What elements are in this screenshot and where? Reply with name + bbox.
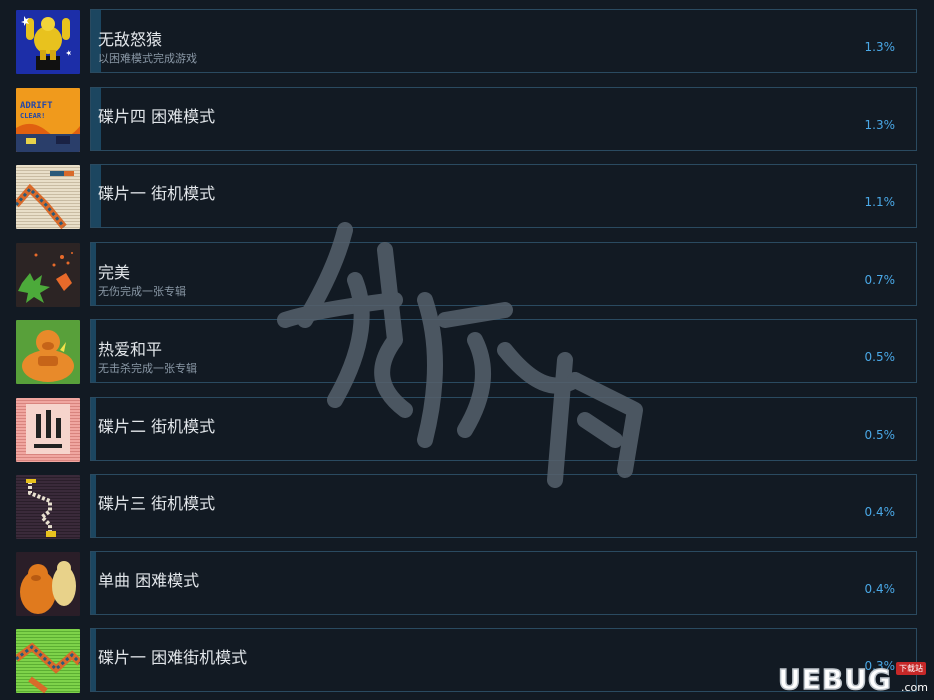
pixel-face-icon	[16, 398, 80, 462]
progress-bar	[91, 552, 96, 614]
achievement-description: 无击杀完成一张专辑	[98, 362, 197, 375]
achievement-card: 无敌怒猿 以困难模式完成游戏 1.3%	[90, 9, 917, 73]
achievement-title: 完美	[98, 263, 131, 282]
progress-bar	[91, 629, 96, 691]
site-logo: UEBUG 下载站 .com	[777, 662, 928, 697]
gorilla-duo-icon	[16, 552, 80, 616]
achievement-card: 碟片一 街机模式 1.1%	[90, 164, 917, 228]
unlock-percent: 0.7%	[864, 273, 896, 287]
progress-bar	[91, 398, 96, 460]
achievement-card: 单曲 困难模式 0.4%	[90, 551, 917, 615]
achievement-title: 碟片二 街机模式	[98, 417, 216, 436]
achievement-card: 热爱和平 无击杀完成一张专辑 0.5%	[90, 319, 917, 383]
progress-bar	[91, 243, 96, 305]
pixel-track-icon	[16, 165, 80, 229]
pixel-green-track-icon	[16, 629, 80, 693]
achievement-description: 无伤完成一张专辑	[98, 285, 186, 298]
golden-gorilla-statue-icon	[16, 10, 80, 74]
unlock-percent: 1.1%	[864, 195, 896, 209]
unlock-percent: 1.3%	[864, 40, 896, 54]
unlock-percent: 0.4%	[864, 582, 896, 596]
pixel-zigzag-icon	[16, 475, 80, 539]
achievement-row[interactable]: 碟片三 街机模式 0.4%	[16, 474, 920, 539]
achievement-row[interactable]: 单曲 困难模式 0.4%	[16, 551, 920, 616]
achievement-title: 碟片一 困难街机模式	[98, 648, 248, 667]
svg-text:CLEAR!: CLEAR!	[20, 112, 45, 120]
unlock-percent: 0.5%	[864, 428, 896, 442]
achievement-card: 碟片三 街机模式 0.4%	[90, 474, 917, 538]
achievement-description: 以困难模式完成游戏	[98, 52, 197, 65]
achievement-title: 热爱和平	[98, 340, 163, 359]
unlock-percent: 1.3%	[864, 118, 896, 132]
achievement-row[interactable]: 热爱和平 无击杀完成一张专辑 0.5%	[16, 319, 920, 384]
logo-domain: .com	[901, 681, 928, 694]
svg-text:ADRIFT: ADRIFT	[20, 101, 53, 111]
achievement-row[interactable]: 完美 无伤完成一张专辑 0.7%	[16, 242, 920, 307]
progress-bar	[91, 475, 96, 537]
achievement-title: 碟片四 困难模式	[98, 107, 216, 126]
achievement-title: 无敌怒猿	[98, 30, 163, 49]
adrift-clear-icon: ADRIFT CLEAR!	[16, 88, 80, 152]
achievement-row[interactable]: 碟片二 街机模式 0.5%	[16, 397, 920, 462]
achievement-card: 碟片二 街机模式 0.5%	[90, 397, 917, 461]
progress-bar	[91, 320, 96, 382]
achievement-card: 完美 无伤完成一张专辑 0.7%	[90, 242, 917, 306]
logo-text: UEBUG	[777, 663, 892, 697]
achievement-row[interactable]: 无敌怒猿 以困难模式完成游戏 1.3%	[16, 9, 920, 74]
unlock-percent: 0.4%	[864, 505, 896, 519]
achievement-title: 碟片一 街机模式	[98, 184, 216, 203]
achievement-title: 单曲 困难模式	[98, 571, 200, 590]
achievement-row[interactable]: 碟片一 街机模式 1.1%	[16, 164, 920, 229]
gorilla-meditating-icon	[16, 320, 80, 384]
achievement-title: 碟片三 街机模式	[98, 494, 216, 513]
green-leaf-splatter-icon	[16, 243, 80, 307]
achievement-card: 碟片四 困难模式 1.3%	[90, 87, 917, 151]
achievement-row[interactable]: ADRIFT CLEAR! 碟片四 困难模式 1.3%	[16, 87, 920, 152]
unlock-percent: 0.5%	[864, 350, 896, 364]
logo-badge: 下载站	[896, 662, 926, 675]
